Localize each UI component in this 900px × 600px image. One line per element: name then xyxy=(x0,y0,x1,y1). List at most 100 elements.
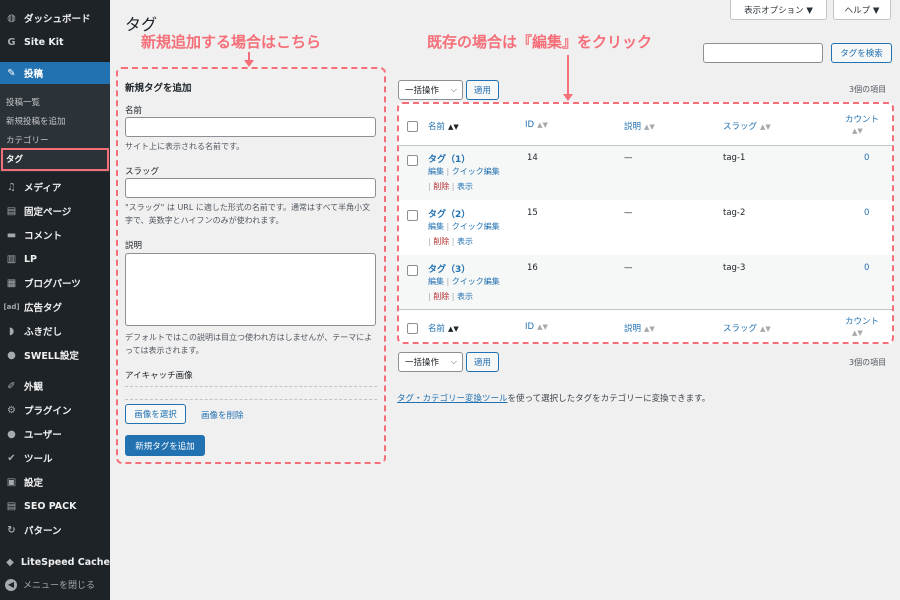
remove-image-link[interactable]: 画像を削除 xyxy=(201,409,244,421)
tag-count-link[interactable]: 0 xyxy=(864,153,869,163)
menu-balloon[interactable]: ◗ ふきだし xyxy=(0,321,110,341)
tag-description: — xyxy=(624,153,633,163)
menu-users[interactable]: ● ユーザー xyxy=(0,424,110,444)
tag-description-textarea[interactable] xyxy=(125,253,376,326)
tag-name-link[interactable]: タグ（2） xyxy=(428,207,470,220)
tag-search-input[interactable] xyxy=(703,43,823,63)
edit-link[interactable]: 編集 xyxy=(428,167,444,176)
help-button[interactable]: ヘルプ ▼ xyxy=(833,0,891,20)
tag-description: — xyxy=(624,208,633,218)
edit-link[interactable]: 編集 xyxy=(428,277,444,286)
tag-count-link[interactable]: 0 xyxy=(864,208,869,218)
menu-lp[interactable]: ▥ LP xyxy=(0,249,110,269)
quick-edit-link[interactable]: クイック編集 xyxy=(452,222,500,231)
column-name-footer[interactable]: 名前 ▲▼ xyxy=(428,322,459,334)
dashboard-icon: ◍ xyxy=(7,12,16,24)
menu-appearance[interactable]: ✐ 外観 xyxy=(0,376,110,396)
description-help-text: デフォルトではこの説明は目立つ使われ方はしませんが、テーマによっては表示されます… xyxy=(125,333,373,355)
menu-label: LiteSpeed Cache xyxy=(20,556,110,568)
column-label: 名前 xyxy=(428,324,446,334)
column-label: ID xyxy=(525,322,535,332)
table-row: タグ（1） 編集 | クイック編集 | 削除 | 表示 14 — tag-1 0 xyxy=(399,146,892,200)
column-label: カウント xyxy=(845,317,880,327)
column-label: ID xyxy=(525,120,535,130)
quick-edit-link[interactable]: クイック編集 xyxy=(452,167,500,176)
tag-name-link[interactable]: タグ（1） xyxy=(428,152,470,165)
annotation-new: 新規追加する場合はこちら xyxy=(141,33,322,51)
menu-site-kit[interactable]: G Site Kit xyxy=(0,32,110,52)
bulk-action-select-top[interactable]: 一括操作 ⌵ xyxy=(398,80,463,100)
media-icon: ♫ xyxy=(7,181,16,193)
submenu-add-post[interactable]: 新規投稿を追加 xyxy=(6,115,66,127)
select-all-checkbox-footer[interactable] xyxy=(407,323,418,334)
column-description-footer[interactable]: 説明 ▲▼ xyxy=(624,322,655,334)
menu-posts[interactable]: ✎ 投稿 xyxy=(0,62,110,84)
tags-highlight-frame xyxy=(1,148,109,171)
delete-link[interactable]: 削除 xyxy=(433,237,449,246)
slug-label: スラッグ xyxy=(125,167,160,177)
menu-ad-tag[interactable]: [ad] 広告タグ xyxy=(0,297,110,317)
submenu-categories[interactable]: カテゴリー xyxy=(6,134,49,146)
menu-tools[interactable]: ✔ ツール xyxy=(0,448,110,468)
tag-count-link[interactable]: 0 xyxy=(864,263,869,273)
row-checkbox[interactable] xyxy=(407,155,418,166)
tag-name-input[interactable] xyxy=(125,117,376,137)
menu-settings[interactable]: ▣ 設定 xyxy=(0,472,110,492)
search-tags-button[interactable]: タグを検索 xyxy=(831,43,892,63)
delete-link[interactable]: 削除 xyxy=(433,182,449,191)
column-name-header[interactable]: 名前 ▲▼ xyxy=(428,120,459,132)
column-count-header[interactable]: カウント xyxy=(845,113,879,125)
tag-slug-input[interactable] xyxy=(125,178,376,198)
column-id-footer[interactable]: ID ▲▼ xyxy=(525,322,548,332)
menu-blog-parts[interactable]: ▦ ブログパーツ xyxy=(0,273,110,293)
litespeed-icon: ◆ xyxy=(6,556,14,568)
menu-dashboard[interactable]: ◍ ダッシュボード xyxy=(0,8,110,28)
menu-seo-pack[interactable]: ▤ SEO PACK xyxy=(0,496,110,516)
count-sort-icon: ▲▼ xyxy=(852,127,863,135)
delete-link[interactable]: 削除 xyxy=(433,292,449,301)
view-link[interactable]: 表示 xyxy=(457,292,473,301)
lp-icon: ▥ xyxy=(6,253,17,265)
menu-swell-settings[interactable]: ● SWELL設定 xyxy=(0,345,110,365)
column-slug-footer[interactable]: スラッグ ▲▼ xyxy=(723,322,771,334)
submenu-all-posts[interactable]: 投稿一覧 xyxy=(6,96,40,108)
column-id-header[interactable]: ID ▲▼ xyxy=(525,120,548,130)
screen-options-button[interactable]: 表示オプション ▼ xyxy=(730,0,827,20)
column-count-footer[interactable]: カウント xyxy=(845,315,879,327)
tag-description: — xyxy=(624,263,633,273)
items-count-top: 3個の項目 xyxy=(849,85,887,94)
menu-pages[interactable]: ▤ 固定ページ xyxy=(0,201,110,221)
column-description-header[interactable]: 説明 ▲▼ xyxy=(624,120,655,132)
menu-label: 広告タグ xyxy=(24,303,63,314)
select-all-checkbox[interactable] xyxy=(407,121,418,132)
menu-comments[interactable]: ▬ コメント xyxy=(0,225,110,245)
menu-media[interactable]: ♫ メディア xyxy=(0,177,110,197)
tag-slug: tag-3 xyxy=(723,263,746,273)
tag-name-link[interactable]: タグ（3） xyxy=(428,262,470,275)
bulk-action-select-bottom[interactable]: 一括操作 ⌵ xyxy=(398,352,463,372)
comments-icon: ▬ xyxy=(6,229,17,241)
menu-plugins[interactable]: ⚙ プラグイン xyxy=(0,400,110,420)
tag-category-converter-link[interactable]: タグ・カテゴリー変換ツール xyxy=(397,394,508,404)
column-label: 名前 xyxy=(428,122,446,132)
select-image-button[interactable]: 画像を選択 xyxy=(125,404,186,424)
table-footer-row: 名前 ▲▼ ID ▲▼ 説明 ▲▼ スラッグ ▲▼ カウント ▲▼ xyxy=(399,310,892,342)
column-slug-header[interactable]: スラッグ ▲▼ xyxy=(723,120,771,132)
view-link[interactable]: 表示 xyxy=(457,182,473,191)
collapse-menu-button[interactable]: ◀ メニューを閉じる xyxy=(5,578,95,591)
add-new-tag-button[interactable]: 新規タグを追加 xyxy=(125,435,205,456)
menu-label: 設定 xyxy=(24,478,44,489)
edit-link[interactable]: 編集 xyxy=(428,222,444,231)
row-actions-secondary: | 削除 | 表示 xyxy=(428,182,474,191)
name-label: 名前 xyxy=(125,106,143,116)
menu-label: ユーザー xyxy=(24,430,62,441)
row-checkbox[interactable] xyxy=(407,210,418,221)
menu-patterns[interactable]: ↻ パターン xyxy=(0,520,110,540)
view-link[interactable]: 表示 xyxy=(457,237,473,246)
name-help-text: サイト上に表示される名前です。 xyxy=(125,142,245,151)
quick-edit-link[interactable]: クイック編集 xyxy=(452,277,500,286)
apply-button-top[interactable]: 適用 xyxy=(466,80,499,100)
row-checkbox[interactable] xyxy=(407,265,418,276)
apply-button-bottom[interactable]: 適用 xyxy=(466,352,499,372)
menu-litespeed-cache[interactable]: ◆ LiteSpeed Cache xyxy=(0,552,110,572)
